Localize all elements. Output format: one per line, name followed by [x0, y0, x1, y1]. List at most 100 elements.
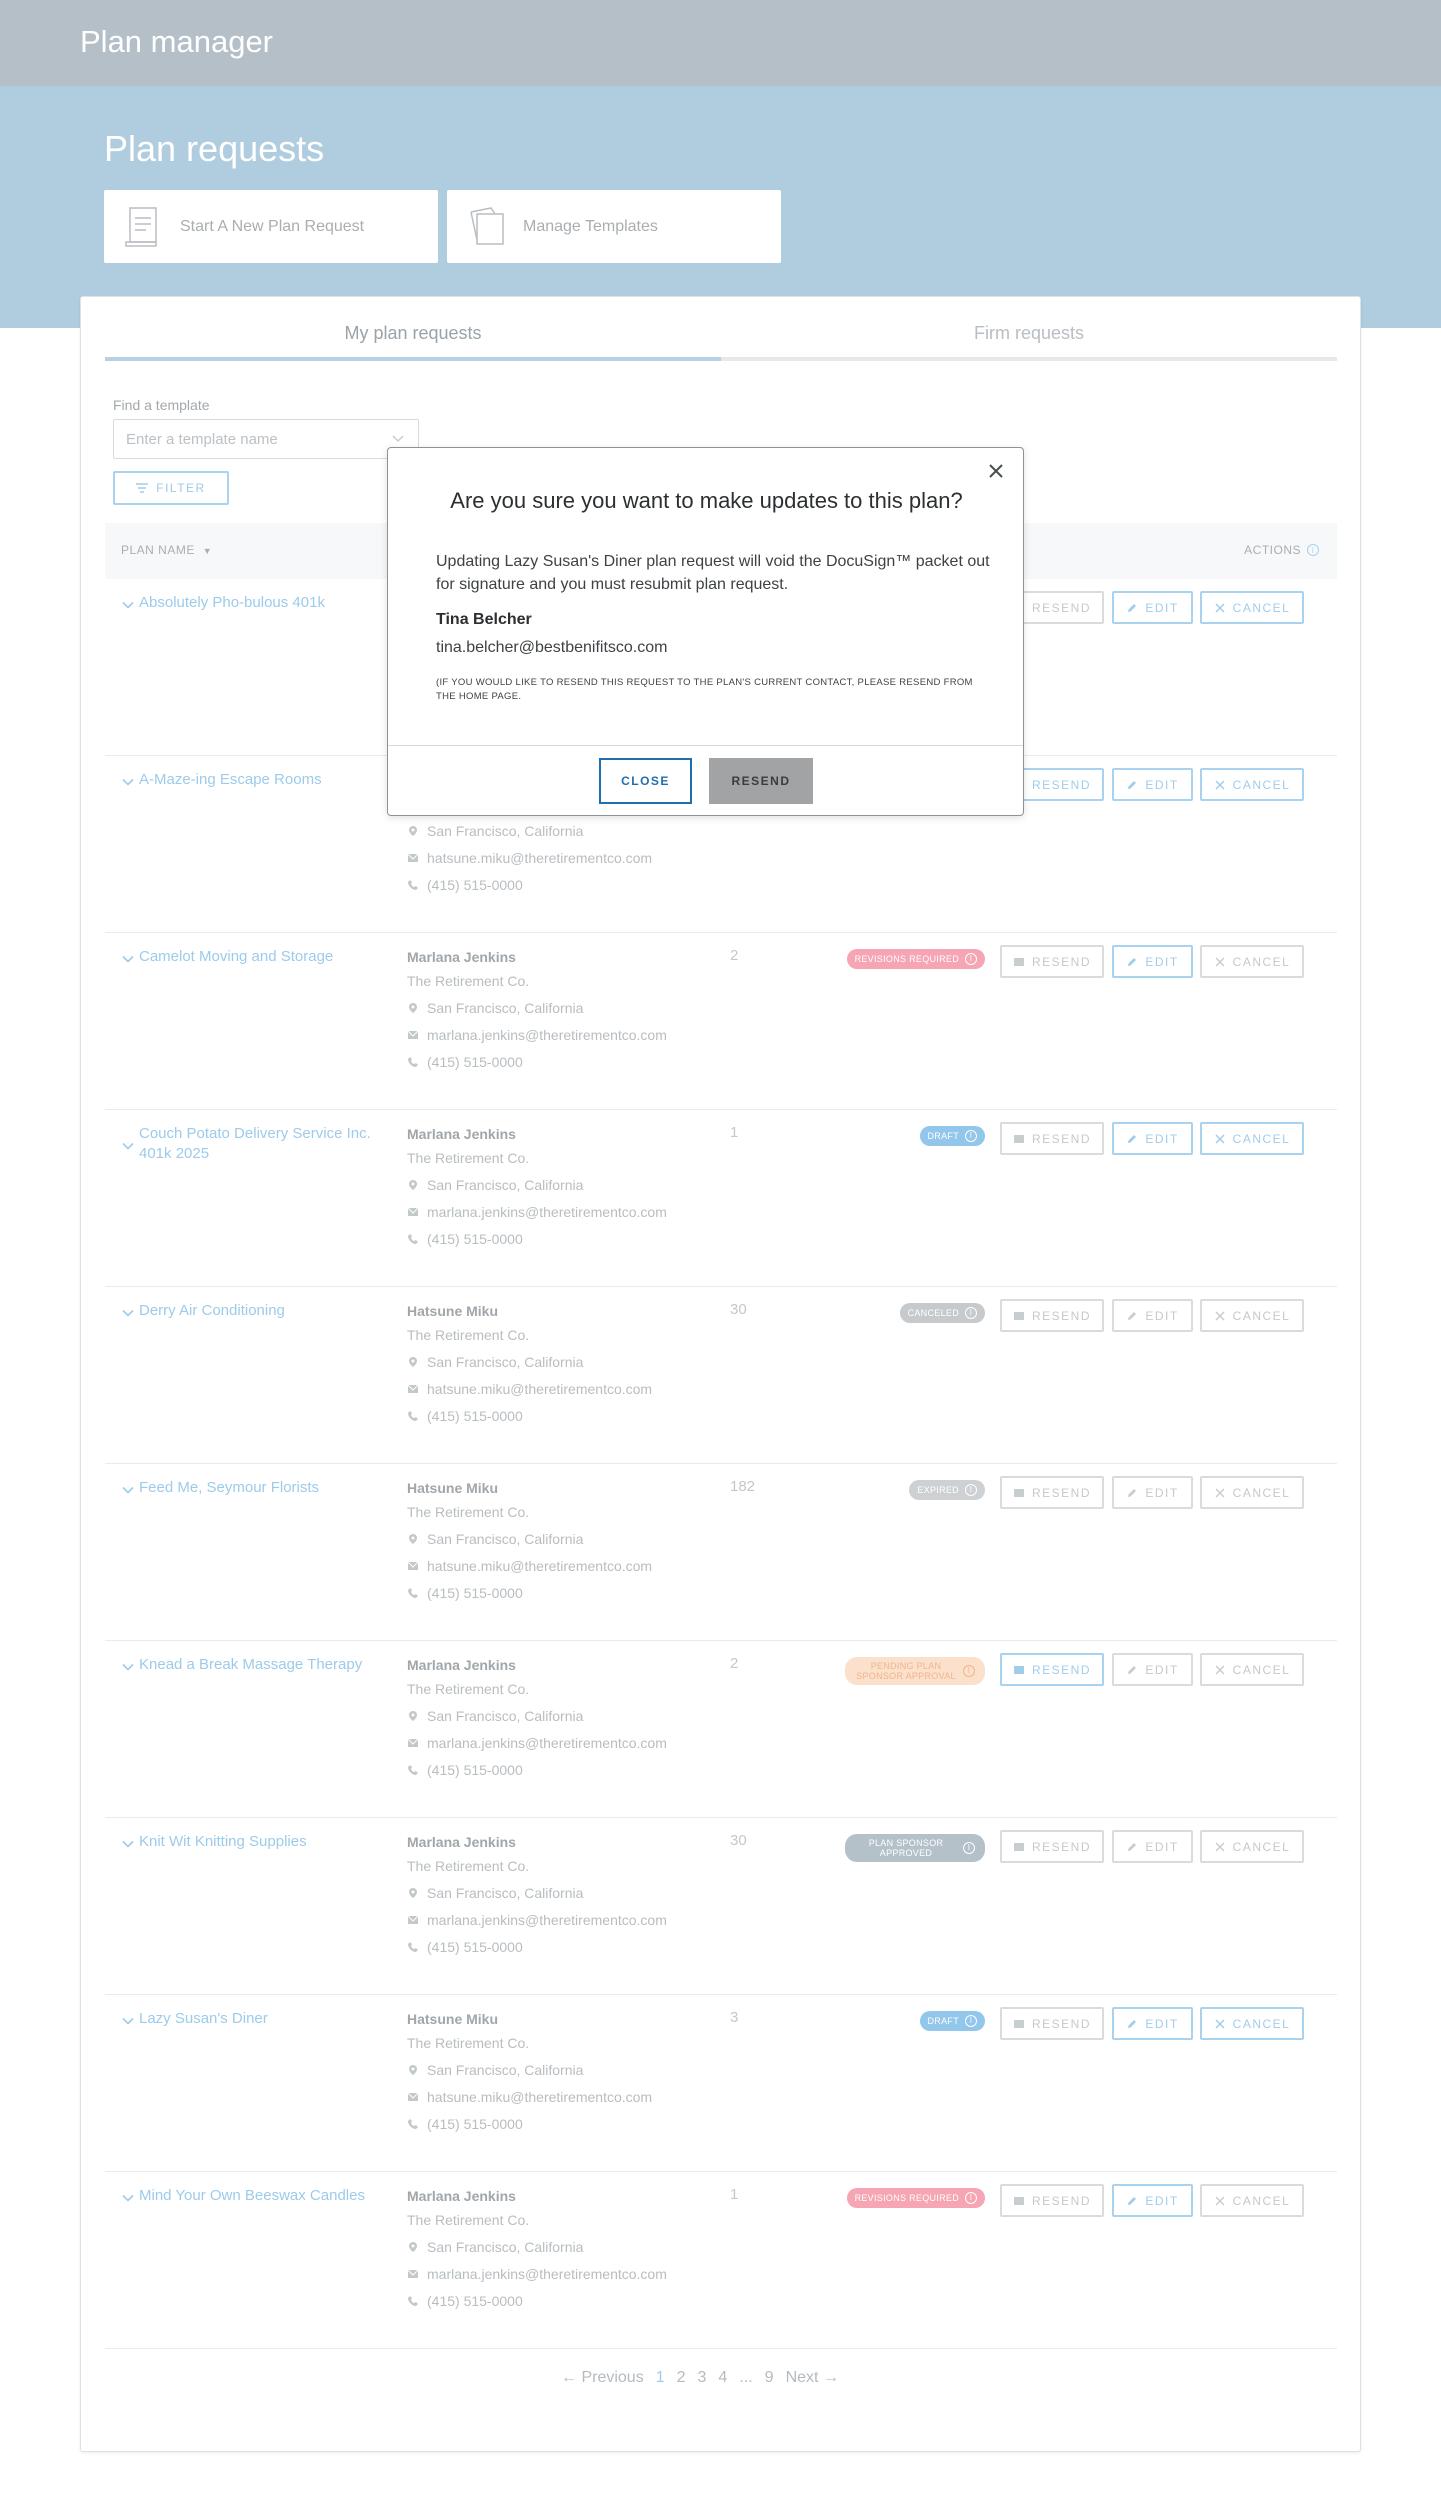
chevron-down-icon[interactable] [121, 1304, 135, 1321]
contact-firm: The Retirement Co. [407, 1681, 530, 1697]
info-icon[interactable]: i [965, 2192, 977, 2204]
contact-email[interactable]: hatsune.miku@theretirementco.com [427, 1556, 652, 1576]
contact-email[interactable]: marlana.jenkins@theretirementco.com [427, 1025, 667, 1045]
contact-email[interactable]: marlana.jenkins@theretirementco.com [427, 1910, 667, 1930]
chevron-down-icon[interactable] [121, 1481, 135, 1498]
x-icon [1215, 1133, 1225, 1144]
cancel-button[interactable]: CANCEL [1200, 768, 1304, 801]
cancel-button[interactable]: CANCEL [1200, 2007, 1304, 2040]
chevron-down-icon[interactable] [121, 1835, 135, 1852]
filter-button[interactable]: FILTER [113, 471, 229, 505]
new-plan-request-button[interactable]: Start A New Plan Request [104, 190, 438, 263]
cancel-button[interactable]: CANCEL [1200, 1299, 1304, 1332]
resend-button[interactable]: RESEND [1000, 2007, 1104, 2040]
page-link-3[interactable]: 3 [698, 2369, 707, 2387]
plan-name: Couch Potato Delivery Service Inc. 401k … [139, 1125, 371, 1162]
plan-name-link[interactable]: Mind Your Own Beeswax Candles [121, 2186, 371, 2206]
edit-button[interactable]: EDIT [1112, 1122, 1193, 1155]
page-link-1[interactable]: 1 [656, 2369, 665, 2387]
actions-header: ACTIONS i [1244, 543, 1319, 557]
chevron-down-icon[interactable] [121, 1658, 135, 1675]
info-icon[interactable]: i [965, 1484, 977, 1496]
plan-name-sort-header[interactable]: PLAN NAME ▼ [121, 543, 212, 557]
x-icon [1215, 2018, 1225, 2029]
info-icon[interactable]: i [963, 1665, 975, 1677]
cancel-button[interactable]: CANCEL [1200, 1830, 1304, 1863]
resend-label: RESEND [1031, 1839, 1091, 1854]
close-icon[interactable] [987, 462, 1005, 480]
resend-button[interactable]: RESEND [1000, 2184, 1104, 2217]
edit-button[interactable]: EDIT [1112, 1830, 1193, 1863]
edit-button[interactable]: EDIT [1112, 768, 1193, 801]
contact-email[interactable]: hatsune.miku@theretirementco.com [427, 2087, 652, 2107]
chevron-down-icon[interactable] [391, 433, 405, 443]
plan-name-link[interactable]: Lazy Susan's Diner [121, 2009, 371, 2029]
info-icon[interactable]: i [963, 1842, 975, 1854]
tab-my-plan-requests[interactable]: My plan requests [105, 317, 721, 361]
plan-name-link[interactable]: Absolutely Pho-bulous 401k [121, 593, 371, 613]
tab-firm-requests[interactable]: Firm requests [721, 317, 1337, 361]
modal-resend-button[interactable]: RESEND [709, 758, 813, 804]
plan-name-link[interactable]: Feed Me, Seymour Florists [121, 1478, 371, 1498]
resend-button[interactable]: RESEND [1000, 1122, 1104, 1155]
chevron-down-icon[interactable] [121, 1127, 135, 1164]
contact-email[interactable]: hatsune.miku@theretirementco.com [427, 1379, 652, 1399]
contact-phone: (415) 515-0000 [427, 1054, 523, 1070]
resend-button[interactable]: RESEND [1000, 1299, 1104, 1332]
status-text: PLAN SPONSOR APPROVED [868, 1838, 944, 1858]
plan-name-link[interactable]: Knead a Break Massage Therapy [121, 1655, 371, 1675]
manage-templates-button[interactable]: Manage Templates [447, 190, 781, 263]
cancel-button[interactable]: CANCEL [1200, 945, 1304, 978]
modal-close-button[interactable]: CLOSE [599, 758, 692, 804]
chevron-down-icon[interactable] [121, 773, 135, 790]
cancel-button[interactable]: CANCEL [1200, 1476, 1304, 1509]
next-page-link[interactable]: Next → [786, 2369, 839, 2387]
contact-firm: The Retirement Co. [407, 1858, 530, 1874]
contact-email[interactable]: hatsune.miku@theretirementco.com [427, 848, 652, 868]
plan-name-link[interactable]: Camelot Moving and Storage [121, 947, 371, 967]
cancel-label: CANCEL [1232, 1308, 1291, 1323]
info-icon[interactable]: i [965, 1307, 977, 1319]
cancel-button[interactable]: CANCEL [1200, 1122, 1304, 1155]
cancel-button[interactable]: CANCEL [1200, 1653, 1304, 1686]
page-link-9[interactable]: 9 [765, 2369, 774, 2387]
page-link-2[interactable]: 2 [677, 2369, 686, 2387]
location-icon [409, 1357, 417, 1367]
chevron-down-icon[interactable] [121, 950, 135, 967]
status-badge: PLAN SPONSOR APPROVED i [845, 1834, 985, 1862]
contact-email[interactable]: marlana.jenkins@theretirementco.com [427, 2264, 667, 2284]
contact-email[interactable]: marlana.jenkins@theretirementco.com [427, 1733, 667, 1753]
info-icon[interactable]: i [965, 1130, 977, 1142]
edit-button[interactable]: EDIT [1112, 945, 1193, 978]
resend-button[interactable]: RESEND [1000, 1653, 1104, 1686]
edit-button[interactable]: EDIT [1112, 591, 1193, 624]
resend-button[interactable]: RESEND [1000, 945, 1104, 978]
info-icon[interactable]: i [965, 953, 977, 965]
edit-button[interactable]: EDIT [1112, 1299, 1193, 1332]
previous-page-link[interactable]: ← Previous [561, 2369, 644, 2387]
cancel-button[interactable]: CANCEL [1200, 2184, 1304, 2217]
edit-button[interactable]: EDIT [1112, 2007, 1193, 2040]
chevron-down-icon[interactable] [121, 2189, 135, 2206]
page-link-4[interactable]: 4 [718, 2369, 727, 2387]
info-icon[interactable]: i [1307, 544, 1319, 556]
template-search-input[interactable] [113, 419, 419, 459]
info-icon[interactable]: i [965, 2015, 977, 2027]
edit-button[interactable]: EDIT [1112, 2184, 1193, 2217]
cancel-label: CANCEL [1232, 1131, 1291, 1146]
chevron-down-icon[interactable] [121, 2012, 135, 2029]
envelope-icon [1013, 1842, 1024, 1851]
plan-name-link[interactable]: Couch Potato Delivery Service Inc. 401k … [121, 1124, 371, 1164]
edit-button[interactable]: EDIT [1112, 1476, 1193, 1509]
cancel-button[interactable]: CANCEL [1200, 591, 1304, 624]
plan-name-link[interactable]: Derry Air Conditioning [121, 1301, 371, 1321]
plan-name-link[interactable]: A-Maze-ing Escape Rooms [121, 770, 371, 790]
document-count: 1 [730, 2186, 739, 2203]
chevron-down-icon[interactable] [121, 596, 135, 613]
resend-button[interactable]: RESEND [1000, 1830, 1104, 1863]
plan-name-link[interactable]: Knit Wit Knitting Supplies [121, 1832, 371, 1852]
contact-email[interactable]: marlana.jenkins@theretirementco.com [427, 1202, 667, 1222]
resend-button[interactable]: RESEND [1000, 1476, 1104, 1509]
table-row: Camelot Moving and Storage Marlana Jenkin… [105, 933, 1337, 1110]
edit-button[interactable]: EDIT [1112, 1653, 1193, 1686]
